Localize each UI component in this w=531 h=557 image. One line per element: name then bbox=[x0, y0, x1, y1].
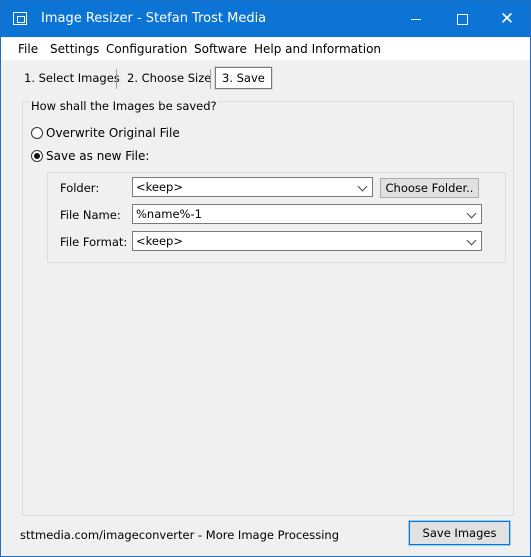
folder-value: <keep> bbox=[136, 180, 183, 194]
chevron-down-icon bbox=[357, 181, 368, 192]
more-image-processing-link[interactable]: sttmedia.com/imageconverter - More Image… bbox=[20, 528, 339, 542]
file-format-select[interactable]: <keep> bbox=[132, 231, 482, 251]
window-title: Image Resizer - Stefan Trost Media bbox=[41, 11, 267, 26]
menu-software[interactable]: Software bbox=[194, 42, 247, 56]
folder-select[interactable]: <keep> bbox=[132, 177, 373, 197]
file-format-value: <keep> bbox=[136, 234, 183, 248]
overwrite-label: Overwrite Original File bbox=[46, 126, 180, 140]
choose-folder-button[interactable]: Choose Folder.. bbox=[380, 178, 479, 198]
overwrite-option[interactable]: Overwrite Original File bbox=[31, 126, 180, 140]
tab-choose-size[interactable]: 2. Choose Size bbox=[118, 67, 220, 89]
menu-file[interactable]: File bbox=[18, 42, 38, 56]
save-options-group: How shall the Images be saved? Overwrite… bbox=[22, 99, 514, 516]
save-new-label: Save as new File: bbox=[46, 149, 150, 163]
close-button[interactable]: ✕ bbox=[484, 1, 530, 37]
save-new-radio[interactable] bbox=[31, 150, 43, 162]
chevron-down-icon bbox=[466, 208, 477, 219]
minimize-icon bbox=[411, 19, 421, 20]
tab-select-images[interactable]: 1. Select Images bbox=[15, 67, 129, 89]
menu-settings[interactable]: Settings bbox=[50, 42, 99, 56]
menu-help[interactable]: Help and Information bbox=[254, 42, 381, 56]
menu-configuration[interactable]: Configuration bbox=[106, 42, 187, 56]
tab-save[interactable]: 3. Save bbox=[214, 66, 273, 90]
maximize-button[interactable] bbox=[439, 1, 485, 37]
file-name-label: File Name: bbox=[60, 208, 121, 222]
tab-divider bbox=[210, 69, 211, 89]
file-format-label: File Format: bbox=[60, 235, 128, 249]
app-window: Image Resizer - Stefan Trost Media ✕ Fil… bbox=[0, 0, 531, 557]
title-bar[interactable]: Image Resizer - Stefan Trost Media ✕ bbox=[1, 1, 530, 37]
folder-label: Folder: bbox=[60, 181, 100, 195]
menu-bar: File Settings Configuration Software Hel… bbox=[1, 38, 530, 60]
close-icon: ✕ bbox=[499, 9, 515, 29]
save-group-heading: How shall the Images be saved? bbox=[29, 99, 219, 113]
overwrite-radio[interactable] bbox=[31, 127, 43, 139]
minimize-button[interactable] bbox=[393, 1, 439, 37]
app-icon bbox=[13, 12, 27, 25]
save-images-button[interactable]: Save Images bbox=[408, 520, 511, 546]
save-new-option[interactable]: Save as new File: bbox=[31, 149, 149, 163]
chevron-down-icon bbox=[466, 235, 477, 246]
tab-divider bbox=[116, 69, 117, 89]
maximize-icon bbox=[456, 14, 468, 25]
save-new-settings-panel: Folder: <keep> Choose Folder.. File Name… bbox=[47, 172, 506, 263]
file-name-select[interactable]: %name%-1 bbox=[132, 204, 482, 224]
file-name-value: %name%-1 bbox=[136, 207, 202, 221]
